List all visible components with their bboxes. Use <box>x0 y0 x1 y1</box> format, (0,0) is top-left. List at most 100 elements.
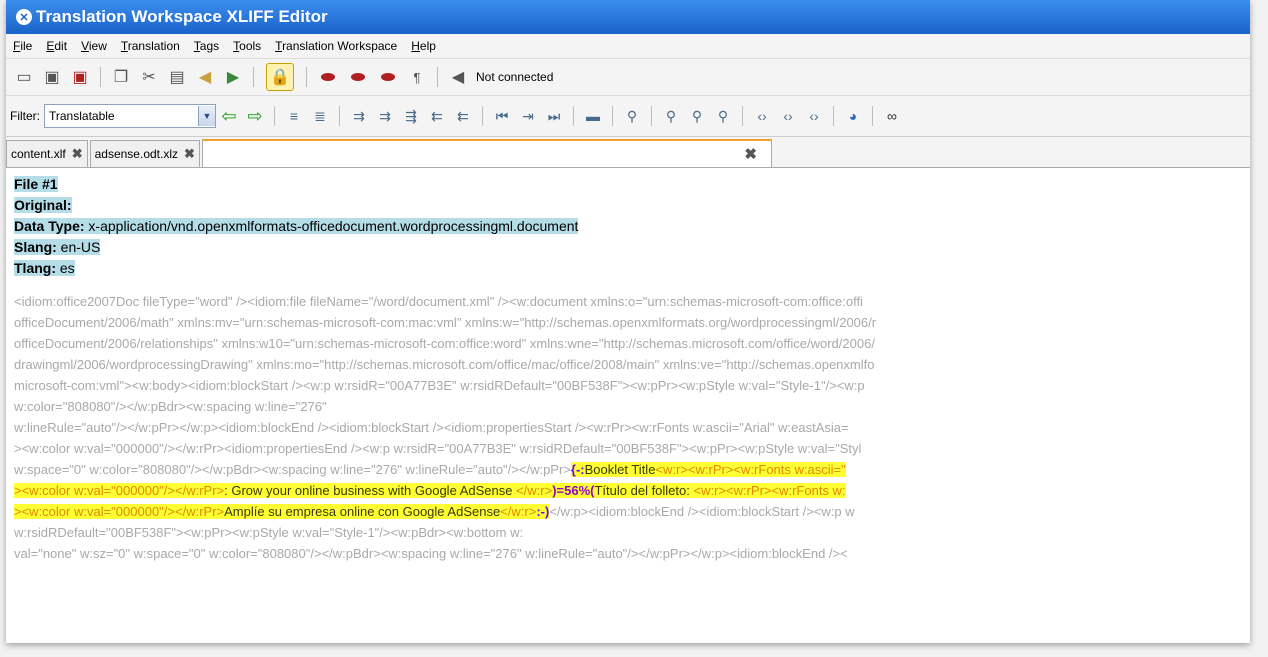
segment-marker-icon[interactable] <box>351 73 365 81</box>
markup-block: <idiom:office2007Doc fileType="word" /><… <box>14 291 1242 564</box>
filter-toolbar: Filter: Translatable ▼ ⇦ ⇨ ≡ ≣ ⇉ ⇉ ⇶ ⇇ ⇇… <box>6 96 1250 137</box>
menu-translation-workspace[interactable]: Translation Workspace <box>275 39 397 53</box>
search-icon[interactable]: ⚲ <box>623 107 641 125</box>
inline-tag: <w:r><w:rPr><w:rFonts w: <box>693 483 846 498</box>
tag-icon[interactable]: ‹› <box>753 107 771 125</box>
segment-close-marker: :-) <box>536 504 550 519</box>
slang-label: Slang: <box>14 239 57 255</box>
title-bar: ✕ Translation Workspace XLIFF Editor <box>6 0 1250 34</box>
split-icon[interactable]: ▬ <box>584 107 602 125</box>
toolbar-separator <box>437 67 438 87</box>
markup-line: w:rsidRDefault="00BF538F"><w:pPr><w:pSty… <box>14 525 524 540</box>
target-text: Título del folleto: <box>594 483 694 498</box>
markup-line: w:color="808080"/></w:pBdr><w:spacing w:… <box>14 399 327 414</box>
translation-segment[interactable]: {-:Booklet Title<w:r><w:rPr><w:rFonts w:… <box>570 462 846 477</box>
go-to-segment-icon[interactable]: ⇥ <box>519 107 537 125</box>
inline-tag: ><w:color w:val="000000"/></w:rPr> <box>14 504 225 519</box>
inline-tag: </w:r> <box>500 504 537 519</box>
markup-line: microsoft-com:vml"><w:body><idiom:blockS… <box>14 378 865 393</box>
filter-value: Translatable <box>49 109 115 123</box>
app-icon: ✕ <box>16 9 32 25</box>
translation-segment[interactable]: ><w:color w:val="000000"/></w:rPr>: Grow… <box>14 483 846 498</box>
eye-icon[interactable] <box>381 73 395 81</box>
find-replace-icon[interactable]: ⚲ <box>662 107 680 125</box>
toolbar-separator <box>872 106 873 126</box>
editor-content[interactable]: File #1 Original: Data Type: x-applicati… <box>6 168 1250 564</box>
segment-tool-icon[interactable]: ⇉ <box>376 107 394 125</box>
translation-segment[interactable]: ><w:color w:val="000000"/></w:rPr>Amplíe… <box>14 504 550 519</box>
connection-icon: ◀ <box>451 69 465 86</box>
tag-icon[interactable]: ‹› <box>779 107 797 125</box>
connection-status: Not connected <box>476 70 554 84</box>
arrow-left-icon[interactable]: ⇦ <box>220 106 238 126</box>
lock-icon[interactable]: 🔒 <box>266 63 294 91</box>
menu-bar: File Edit View Translation Tags Tools Tr… <box>6 34 1250 59</box>
cut-icon[interactable]: ✂ <box>138 66 160 88</box>
find-replace-icon[interactable]: ⚲ <box>688 107 706 125</box>
close-icon[interactable]: ✖ <box>72 146 83 162</box>
datatype-value: x-application/vnd.openxmlformats-officed… <box>84 218 579 234</box>
toolbar-separator <box>339 106 340 126</box>
datatype-label: Data Type: <box>14 218 85 234</box>
segment-line: ><w:color w:val="000000"/></w:rPr>Amplíe… <box>14 501 1242 522</box>
copy-icon[interactable]: ❐ <box>110 66 132 88</box>
toolbar-separator <box>742 106 743 126</box>
tlang-value: es <box>56 260 75 276</box>
last-segment-icon[interactable]: ⏭ <box>545 107 563 125</box>
slang-value: en-US <box>56 239 101 255</box>
tab-adsense-odt-xlz[interactable]: adsense.odt.xlz ✖ <box>89 140 200 167</box>
menu-translation[interactable]: Translation <box>121 39 180 53</box>
find-replace-icon[interactable]: ⚲ <box>714 107 732 125</box>
segment-tool-icon[interactable]: ≡ <box>285 107 303 125</box>
segment-marker-icon[interactable] <box>321 73 335 81</box>
save-as-icon[interactable]: ▣ <box>69 66 91 88</box>
redo-icon[interactable]: ▶ <box>222 66 244 88</box>
open-folder-icon[interactable]: ▭ <box>13 66 35 88</box>
markup-line: ><w:color w:val="000000"/></w:rPr><idiom… <box>14 441 862 456</box>
source-text: : Grow your online business with Google … <box>224 483 517 498</box>
toolbar-separator <box>253 67 254 87</box>
main-toolbar: ▭ ▣ ▣ ❐ ✂ ▤ ◀ ▶ 🔒 ¶ ◀ Not connected <box>6 59 1250 96</box>
menu-edit[interactable]: Edit <box>46 39 67 53</box>
markup-line: <idiom:office2007Doc fileType="word" /><… <box>14 294 863 309</box>
chevron-down-icon[interactable]: ▼ <box>198 106 215 126</box>
segment-line: w:space="0" w:color="808080"/></w:pBdr><… <box>14 459 1242 480</box>
paste-icon[interactable]: ▤ <box>166 66 188 88</box>
segment-open-marker: {-: <box>570 462 585 477</box>
menu-tools[interactable]: Tools <box>233 39 261 53</box>
binoculars-icon[interactable]: ∞ <box>883 107 901 125</box>
filter-label: Filter: <box>10 109 40 123</box>
toolbar-separator <box>612 106 613 126</box>
menu-file[interactable]: File <box>13 39 32 53</box>
first-segment-icon[interactable]: ⏮ <box>493 107 511 125</box>
segment-tool-icon[interactable]: ⇇ <box>454 107 472 125</box>
arrow-right-icon[interactable]: ⇨ <box>246 106 264 126</box>
markup-line: val="none" w:sz="0" w:space="0" w:color=… <box>14 546 848 561</box>
toolbar-separator <box>274 106 275 126</box>
inline-tag: ><w:color w:val="000000"/></w:rPr> <box>14 483 225 498</box>
menu-tags[interactable]: Tags <box>194 39 219 53</box>
menu-help[interactable]: Help <box>411 39 436 53</box>
filter-select[interactable]: Translatable ▼ <box>44 104 216 128</box>
segment-tool-icon[interactable]: ≣ <box>311 107 329 125</box>
close-icon[interactable]: ✖ <box>744 145 757 163</box>
segment-tool-icon[interactable]: ⇉ <box>350 107 368 125</box>
spellcheck-icon[interactable]: ◕ <box>844 107 862 125</box>
match-percentage: )=56%( <box>552 483 595 498</box>
tab-label: content.xlf <box>11 147 66 161</box>
undo-icon[interactable]: ◀ <box>194 66 216 88</box>
editor-window: ✕ Translation Workspace XLIFF Editor Fil… <box>6 0 1250 643</box>
segment-line: ><w:color w:val="000000"/></w:rPr>: Grow… <box>14 480 1242 501</box>
menu-view[interactable]: View <box>81 39 107 53</box>
segment-tool-icon[interactable]: ⇶ <box>402 107 420 125</box>
pilcrow-icon[interactable]: ¶ <box>406 66 428 88</box>
markup-text: </w:p><idiom:blockEnd /><idiom:blockStar… <box>549 504 855 519</box>
toolbar-separator <box>100 67 101 87</box>
tab-active-blank[interactable]: ✖ <box>201 139 772 167</box>
document-tabs: content.xlf ✖ adsense.odt.xlz ✖ ✖ <box>6 137 1250 168</box>
save-icon[interactable]: ▣ <box>41 66 63 88</box>
close-icon[interactable]: ✖ <box>184 146 195 162</box>
tag-icon[interactable]: ‹› <box>805 107 823 125</box>
tab-content-xlf[interactable]: content.xlf ✖ <box>6 140 88 167</box>
segment-tool-icon[interactable]: ⇇ <box>428 107 446 125</box>
